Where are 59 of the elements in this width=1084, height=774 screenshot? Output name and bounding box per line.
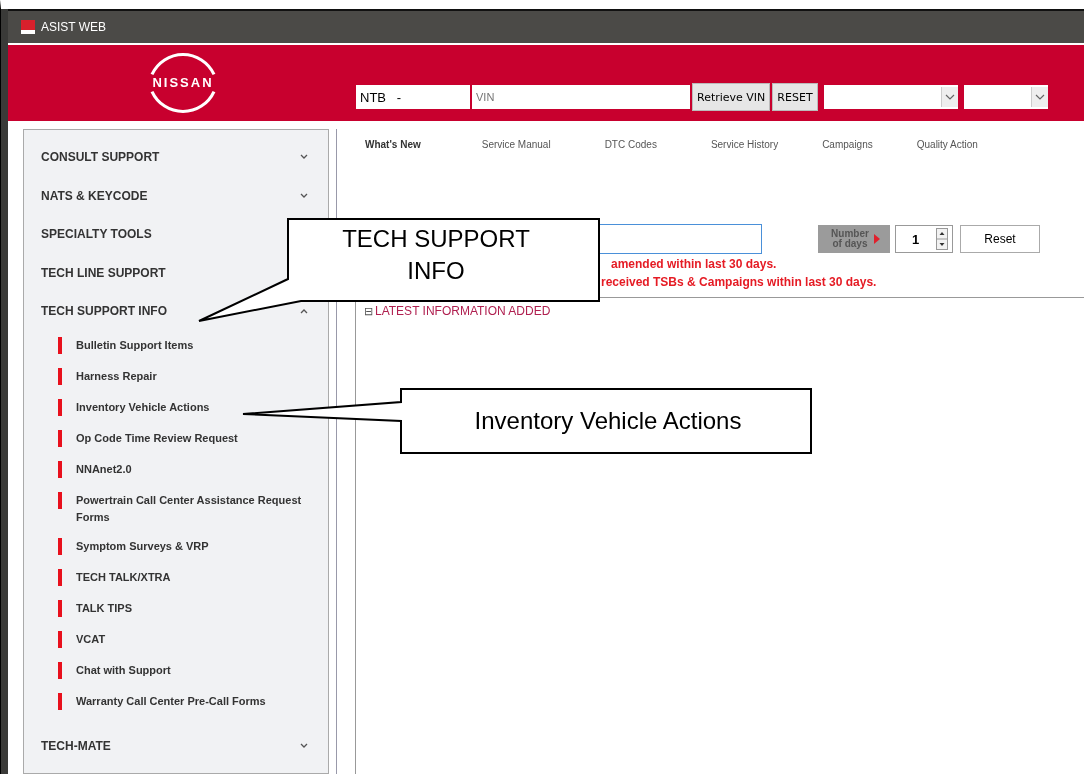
- brand-logo: NISSAN: [108, 45, 258, 121]
- search-field[interactable]: [599, 224, 762, 254]
- sidebar-link[interactable]: Symptom Surveys & VRP: [76, 537, 209, 555]
- sidebar-link[interactable]: Bulletin Support Items: [76, 336, 194, 354]
- sidebar-link[interactable]: Op Code Time Review Request: [76, 429, 238, 447]
- tab[interactable]: What's New: [337, 139, 437, 161]
- callout-text: TECH SUPPORT INFO: [341, 224, 531, 286]
- sidebar-link[interactable]: Warranty Call Center Pre-Call Forms: [76, 692, 266, 710]
- header-button[interactable]: Retrieve VIN: [692, 83, 771, 111]
- collapse-toggle[interactable]: ⊟: [364, 305, 373, 317]
- item-marker: [58, 537, 62, 555]
- tab[interactable]: Service History: [672, 139, 795, 161]
- item-marker: [58, 336, 62, 354]
- item-marker: [58, 599, 62, 617]
- item-marker: [58, 630, 62, 648]
- sidebar-link[interactable]: TALK TIPS: [76, 599, 132, 617]
- sidebar-section[interactable]: NATS & KEYCODE: [41, 188, 148, 203]
- item-marker: [58, 460, 62, 478]
- sidebar-link[interactable]: TECH TALK/XTRA: [76, 568, 171, 586]
- sidebar-link[interactable]: VCAT: [76, 630, 106, 648]
- caret-icon: [940, 87, 958, 107]
- callout-text: Inventory Vehicle Actions: [473, 406, 743, 436]
- item-marker: [58, 491, 62, 509]
- item-marker: [58, 367, 62, 385]
- sidebar-section[interactable]: TECH LINE SUPPORT: [41, 265, 166, 280]
- sidebar-link[interactable]: Powertrain Call Center Assistance Request Forms: [76, 491, 318, 526]
- item-marker: [58, 568, 62, 586]
- sidebar-link[interactable]: Inventory Vehicle Actions: [76, 398, 210, 416]
- reset-button[interactable]: Reset: [960, 225, 1040, 253]
- item-marker: [58, 398, 62, 416]
- dealer-field[interactable]: NTB -: [356, 85, 470, 109]
- notice-text: amended within last 30 days.: [610, 256, 778, 273]
- spinner-arrows-icon: [936, 228, 948, 250]
- panel-title: LATEST INFORMATION ADDED: [375, 304, 551, 318]
- sidebar-section[interactable]: CONSULT SUPPORT: [41, 150, 160, 165]
- sidebar-link[interactable]: Harness Repair: [76, 367, 157, 385]
- notice-text: received TSBs & Campaigns within last 30 days.: [600, 274, 878, 291]
- days-spinner[interactable]: 1: [895, 225, 953, 253]
- header-button[interactable]: RESET: [772, 83, 818, 111]
- tab[interactable]: Campaigns: [794, 139, 889, 161]
- item-marker: [58, 692, 62, 710]
- pointer-icon: [874, 234, 880, 244]
- item-marker: [58, 661, 62, 679]
- window-title: ASIST WEB: [41, 20, 107, 34]
- caret-icon: [1030, 87, 1048, 107]
- sidebar-section[interactable]: TECH-MATE: [41, 738, 111, 753]
- item-marker: [58, 429, 62, 447]
- sidebar-link[interactable]: Chat with Support: [76, 661, 171, 679]
- vin-field[interactable]: VIN: [472, 85, 690, 109]
- app-icon: [21, 20, 35, 34]
- dropdown[interactable]: [823, 85, 958, 109]
- days-label: Number of days: [818, 225, 890, 253]
- sidebar-section[interactable]: TECH SUPPORT INFO: [41, 304, 167, 319]
- sidebar-link[interactable]: NNAnet2.0: [76, 460, 132, 478]
- tab[interactable]: Quality Action: [888, 139, 994, 161]
- dropdown[interactable]: [963, 85, 1048, 109]
- tab[interactable]: Service Manual: [436, 139, 567, 161]
- sidebar-section[interactable]: SPECIALTY TOOLS: [41, 227, 152, 242]
- tab[interactable]: DTC Codes: [566, 139, 673, 161]
